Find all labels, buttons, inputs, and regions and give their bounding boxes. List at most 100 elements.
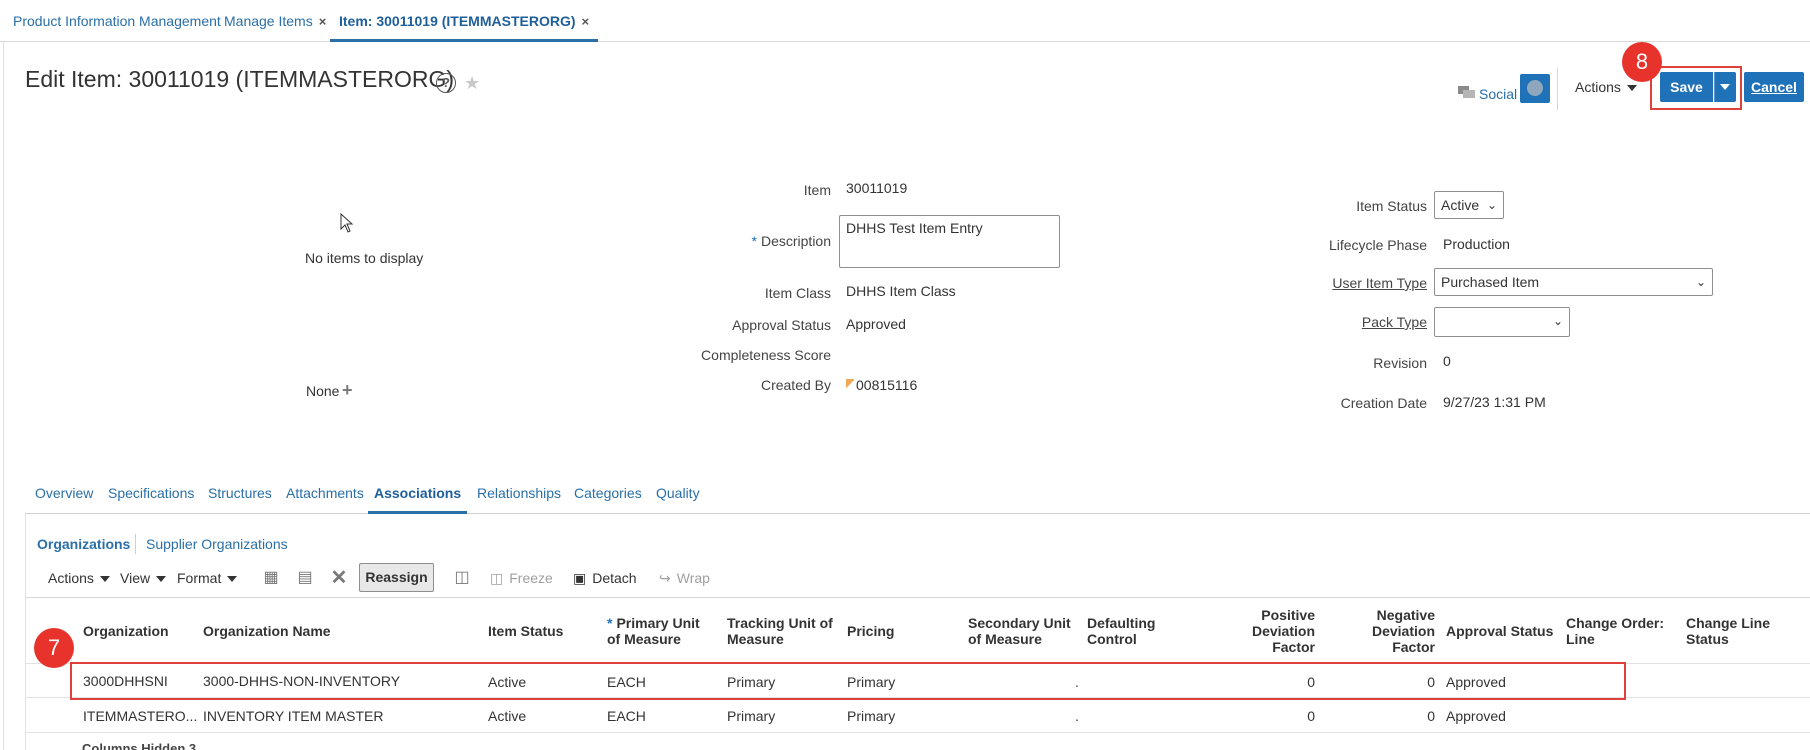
creation-date-label: Creation Date <box>1340 395 1427 411</box>
table-actions-menu[interactable]: Actions <box>48 570 110 586</box>
header-line: Positive <box>1261 607 1315 623</box>
detach-label: Detach <box>592 570 637 586</box>
cell-approval-status: Approved <box>1446 708 1506 724</box>
column-header-secondary-uom[interactable]: Secondary Unit of Measure <box>968 615 1071 647</box>
created-by-text: 00815116 <box>856 377 918 393</box>
creation-date-value: 9/27/23 1:31 PM <box>1443 394 1546 410</box>
row-divider <box>25 732 1810 733</box>
delete-icon[interactable]: ✕ <box>329 568 349 588</box>
created-by-label: Created By <box>760 377 831 393</box>
header-line: Line <box>1566 631 1595 647</box>
pack-type-select[interactable]: ⌄ <box>1434 307 1570 337</box>
detach-button[interactable]: ▣ Detach <box>573 570 637 587</box>
filter-icon[interactable]: ◫ <box>452 568 472 588</box>
globe-icon <box>1527 80 1543 96</box>
revision-label: Revision <box>1373 355 1427 371</box>
column-header-organization[interactable]: Organization <box>83 623 169 639</box>
tab-overview[interactable]: Overview <box>35 478 93 514</box>
actions-menu[interactable]: Actions <box>1575 79 1637 95</box>
revision-value: 0 <box>1443 353 1451 369</box>
header-line: Measure <box>727 631 784 647</box>
tab-structures[interactable]: Structures <box>208 478 272 514</box>
column-header-change-order-line[interactable]: Change Order: Line <box>1566 615 1664 647</box>
divider <box>135 534 136 554</box>
chevron-down-icon <box>1626 85 1637 92</box>
user-item-type-select[interactable]: Purchased Item ⌄ <box>1434 268 1713 296</box>
completeness-score-label: Completeness Score <box>701 347 831 363</box>
header-line: Change Line <box>1686 615 1771 631</box>
column-header-organization-name[interactable]: Organization Name <box>203 623 331 639</box>
column-header-primary-uom[interactable]: * Primary Unit of Measure <box>607 615 700 647</box>
tab-item-30011019[interactable]: Item: 30011019 (ITEMMASTERORG) × <box>330 0 599 42</box>
header-line: Negative <box>1376 607 1435 623</box>
header-line: Change Order: <box>1566 615 1665 631</box>
tab-relationships[interactable]: Relationships <box>477 478 561 514</box>
row-highlight-box <box>70 662 1626 700</box>
pack-type-label[interactable]: Pack Type <box>1362 314 1427 330</box>
item-status-value: Active <box>1441 197 1480 213</box>
globe-button[interactable] <box>1520 74 1550 103</box>
tab-label: Product Information Management <box>13 13 221 29</box>
tab-label: Item: 30011019 (ITEMMASTERORG) <box>339 13 576 29</box>
freeze-label: Freeze <box>509 570 553 586</box>
cancel-button[interactable]: Cancel <box>1744 72 1804 102</box>
created-by-value[interactable]: 00815116 <box>846 377 917 393</box>
tab-associations[interactable]: Associations <box>368 478 468 514</box>
column-header-item-status[interactable]: Item Status <box>488 623 563 639</box>
column-header-tracking-uom[interactable]: Tracking Unit of Measure <box>727 615 833 647</box>
edit-row-icon[interactable]: ▤ <box>295 568 315 588</box>
column-header-defaulting-control[interactable]: Defaulting Control <box>1087 615 1155 647</box>
social-link[interactable]: Social <box>1479 86 1517 102</box>
add-icon[interactable]: + <box>342 381 353 399</box>
subtab-supplier-organizations[interactable]: Supplier Organizations <box>146 536 288 552</box>
item-class-value: DHHS Item Class <box>846 283 956 299</box>
column-header-positive-deviation[interactable]: Positive Deviation Factor <box>1252 607 1315 655</box>
header-line: Defaulting <box>1087 615 1156 631</box>
add-row-icon[interactable]: ▦ <box>261 568 281 588</box>
freeze-button[interactable]: ◫ Freeze <box>490 570 553 587</box>
tab-categories[interactable]: Categories <box>574 478 642 514</box>
description-textarea[interactable]: DHHS Test Item Entry <box>839 215 1060 268</box>
table-view-menu[interactable]: View <box>120 570 167 586</box>
header-line: Deviation <box>1371 623 1435 639</box>
tab-product-information-management[interactable]: Product Information Management <box>13 0 221 42</box>
tab-specifications[interactable]: Specifications <box>108 478 194 514</box>
grid-top-border <box>25 597 1810 598</box>
lifecycle-phase-label: Lifecycle Phase <box>1328 237 1427 253</box>
user-item-type-value: Purchased Item <box>1441 274 1540 290</box>
column-header-pricing[interactable]: Pricing <box>847 623 894 639</box>
help-icon[interactable]: ? <box>436 73 456 93</box>
cell-item-status: Active <box>488 708 527 724</box>
cell-organization-name: INVENTORY ITEM MASTER <box>203 708 384 724</box>
item-status-select[interactable]: Active ⌄ <box>1434 191 1504 219</box>
chevron-down-icon <box>227 576 238 583</box>
user-item-type-label[interactable]: User Item Type <box>1332 275 1427 291</box>
divider <box>1557 68 1558 110</box>
cell-primary-uom: EACH <box>607 708 646 724</box>
column-header-negative-deviation[interactable]: Negative Deviation Factor <box>1372 607 1435 655</box>
reassign-button[interactable]: Reassign <box>359 563 434 592</box>
chevron-down-icon: ⌄ <box>1695 275 1706 289</box>
no-items-message: No items to display <box>305 250 424 266</box>
chevron-down-icon <box>99 576 110 583</box>
favorite-star-icon[interactable]: ★ <box>464 73 480 94</box>
wrap-button[interactable]: ↪ Wrap <box>659 570 710 587</box>
description-label-text: Description <box>760 233 831 249</box>
table-format-menu[interactable]: Format <box>177 570 238 586</box>
subtab-organizations[interactable]: Organizations <box>37 536 130 552</box>
chevron-down-icon: ⌄ <box>1486 198 1497 212</box>
person-icon <box>846 379 854 389</box>
header-line: of Measure <box>968 631 1042 647</box>
header-line: Factor <box>1392 639 1435 655</box>
tab-attachments[interactable]: Attachments <box>286 478 364 514</box>
header-line: Primary Unit <box>616 615 700 631</box>
column-header-change-line-status[interactable]: Change Line Status <box>1686 615 1770 647</box>
top-tab-strip: Product Information Management Manage It… <box>0 0 1810 42</box>
close-icon[interactable]: × <box>319 14 327 29</box>
close-icon[interactable]: × <box>582 14 590 29</box>
required-marker: * <box>607 615 613 631</box>
social-icon[interactable] <box>1458 86 1476 100</box>
tab-quality[interactable]: Quality <box>656 478 700 514</box>
column-header-approval-status[interactable]: Approval Status <box>1446 623 1553 639</box>
tab-manage-items[interactable]: Manage Items × <box>224 0 326 42</box>
